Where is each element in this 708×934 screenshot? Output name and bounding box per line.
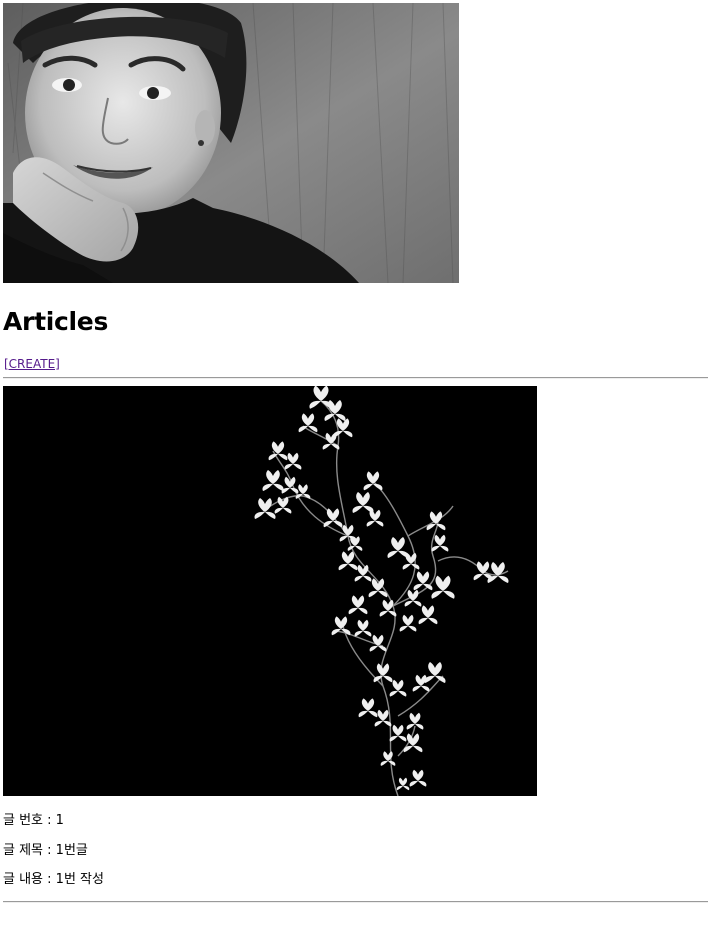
- article-number: 글 번호 : 1: [3, 813, 64, 829]
- divider-top: [3, 377, 708, 379]
- page-title: Articles: [3, 307, 109, 336]
- article-number-label: 글 번호 :: [3, 813, 56, 828]
- article-content-label: 글 내용 :: [3, 872, 56, 887]
- article-title: 글 제목 : 1번글: [3, 843, 88, 859]
- divider-bottom: [3, 901, 708, 903]
- create-link[interactable]: [CREATE]: [4, 357, 60, 372]
- article-content: 글 내용 : 1번 작성: [3, 872, 104, 888]
- header-photo: [3, 3, 459, 283]
- article-title-value: 1번글: [55, 843, 88, 858]
- article-content-value: 1번 작성: [55, 872, 104, 887]
- page: Articles [CREATE] 글 번호 : 1 글 제목 : 1번글 글 …: [0, 0, 708, 934]
- article-title-label: 글 제목 :: [3, 843, 56, 858]
- article-image: [3, 386, 537, 796]
- article-number-value: 1: [55, 813, 64, 828]
